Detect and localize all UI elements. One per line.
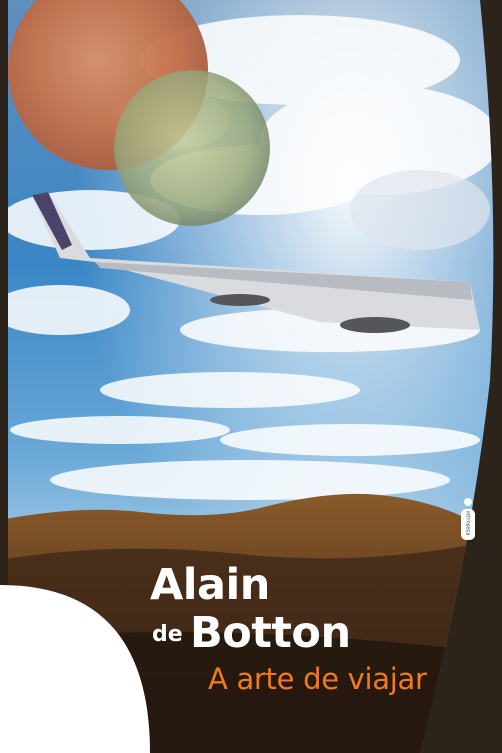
author-first-name: Alain: [150, 560, 270, 610]
book-title: A arte de viajar: [208, 662, 427, 696]
green-circle: [114, 70, 270, 226]
author-last-name: Botton: [190, 608, 351, 658]
author-particle: de: [152, 622, 183, 647]
publisher-logo: intrínseca: [458, 498, 478, 542]
publisher-mark: intrínseca: [464, 510, 471, 536]
